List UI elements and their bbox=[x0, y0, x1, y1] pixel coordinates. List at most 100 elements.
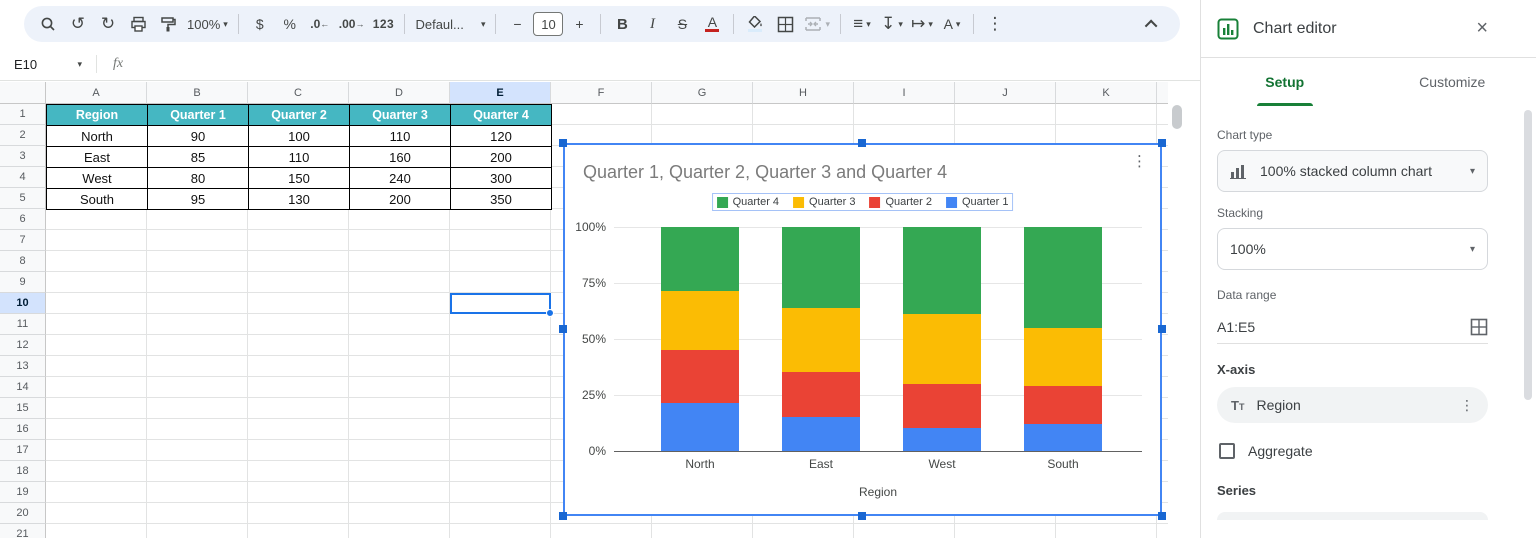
sheet-vertical-scrollbar[interactable] bbox=[1172, 105, 1182, 129]
header-cell[interactable]: Quarter 4 bbox=[451, 105, 552, 126]
column-header-F[interactable]: F bbox=[551, 82, 652, 104]
chart-handle-4[interactable] bbox=[1158, 325, 1166, 333]
segment-Quarter-1-South[interactable] bbox=[1024, 423, 1102, 451]
segment-Quarter-2-North[interactable] bbox=[661, 349, 739, 403]
decrease-decimal-button[interactable]: .0 ← bbox=[306, 10, 334, 38]
segment-Quarter-2-East[interactable] bbox=[782, 372, 860, 417]
chart-options-icon[interactable]: ⋮ bbox=[1127, 153, 1152, 171]
font-dropdown[interactable]: Defaul... ▾ bbox=[412, 10, 488, 38]
row-header-14[interactable]: 14 bbox=[0, 377, 46, 398]
table-cell[interactable]: East bbox=[47, 147, 148, 168]
stacking-select[interactable]: 100% ▾ bbox=[1217, 228, 1488, 270]
redo-icon[interactable]: ↻ bbox=[94, 10, 122, 38]
tab-customize[interactable]: Customize bbox=[1369, 58, 1536, 106]
series-item-partial[interactable] bbox=[1217, 512, 1488, 520]
data-range-field[interactable]: A1:E5 bbox=[1217, 310, 1488, 344]
row-header-16[interactable]: 16 bbox=[0, 419, 46, 440]
zoom-dropdown[interactable]: 100% ▾ bbox=[184, 10, 231, 38]
chart-handle-6[interactable] bbox=[858, 512, 866, 520]
row-header-21[interactable]: 21 bbox=[0, 524, 46, 538]
column-header-partial[interactable] bbox=[1157, 82, 1168, 104]
table-cell[interactable]: 120 bbox=[451, 126, 552, 147]
undo-icon[interactable]: ↺ bbox=[64, 10, 92, 38]
column-header-G[interactable]: G bbox=[652, 82, 753, 104]
row-header-9[interactable]: 9 bbox=[0, 272, 46, 293]
column-header-E[interactable]: E bbox=[450, 82, 551, 104]
table-cell[interactable]: 100 bbox=[249, 126, 350, 147]
italic-button[interactable]: I bbox=[638, 10, 666, 38]
header-cell[interactable]: Quarter 3 bbox=[350, 105, 451, 126]
header-cell[interactable]: Region bbox=[47, 105, 148, 126]
aggregate-checkbox[interactable] bbox=[1219, 443, 1235, 459]
increase-font-size-button[interactable]: + bbox=[565, 10, 593, 38]
row-header-10[interactable]: 10 bbox=[0, 293, 46, 314]
legend-item[interactable]: Quarter 4 bbox=[716, 196, 779, 208]
row-header-6[interactable]: 6 bbox=[0, 209, 46, 230]
segment-Quarter-3-East[interactable] bbox=[782, 307, 860, 373]
selected-cell-E10[interactable] bbox=[450, 293, 554, 317]
column-header-B[interactable]: B bbox=[147, 82, 248, 104]
column-header-K[interactable]: K bbox=[1056, 82, 1157, 104]
bold-button[interactable]: B bbox=[608, 10, 636, 38]
row-header-8[interactable]: 8 bbox=[0, 251, 46, 272]
bar-West[interactable] bbox=[903, 227, 981, 451]
segment-Quarter-3-South[interactable] bbox=[1024, 328, 1102, 386]
header-cell[interactable]: Quarter 1 bbox=[148, 105, 249, 126]
chart-handle-3[interactable] bbox=[559, 325, 567, 333]
column-header-I[interactable]: I bbox=[854, 82, 955, 104]
column-header-D[interactable]: D bbox=[349, 82, 450, 104]
column-header-C[interactable]: C bbox=[248, 82, 349, 104]
table-cell[interactable]: 300 bbox=[451, 168, 552, 189]
more-options-icon[interactable]: ⋮ bbox=[981, 10, 1009, 38]
name-box[interactable]: E10 ▾ bbox=[0, 57, 90, 72]
bar-North[interactable] bbox=[661, 227, 739, 451]
chart-legend[interactable]: Quarter 4 Quarter 3 Quarter 2 Quarter 1 bbox=[711, 193, 1014, 211]
hide-toolbar-button[interactable] bbox=[1138, 10, 1166, 38]
horizontal-align-dropdown[interactable]: ≡ ▾ bbox=[848, 10, 876, 38]
segment-Quarter-4-North[interactable] bbox=[661, 227, 739, 292]
vertical-align-dropdown[interactable]: ↧ ▾ bbox=[878, 10, 906, 38]
table-cell[interactable]: 350 bbox=[451, 189, 552, 210]
text-color-button[interactable]: A bbox=[698, 10, 726, 38]
segment-Quarter-4-East[interactable] bbox=[782, 227, 860, 308]
currency-format-button[interactable]: $ bbox=[246, 10, 274, 38]
column-header-A[interactable]: A bbox=[46, 82, 147, 104]
table-cell[interactable]: 80 bbox=[148, 168, 249, 189]
segment-Quarter-4-South[interactable] bbox=[1024, 227, 1102, 329]
legend-item[interactable]: Quarter 1 bbox=[945, 196, 1008, 208]
table-cell[interactable]: South bbox=[47, 189, 148, 210]
borders-icon[interactable] bbox=[771, 10, 799, 38]
row-header-17[interactable]: 17 bbox=[0, 440, 46, 461]
table-cell[interactable]: 110 bbox=[350, 126, 451, 147]
chart-type-select[interactable]: 100% stacked column chart ▾ bbox=[1217, 150, 1488, 192]
bar-South[interactable] bbox=[1024, 227, 1102, 451]
chart-handle-7[interactable] bbox=[1158, 512, 1166, 520]
table-cell[interactable]: 150 bbox=[249, 168, 350, 189]
table-cell[interactable]: 160 bbox=[350, 147, 451, 168]
row-header-20[interactable]: 20 bbox=[0, 503, 46, 524]
column-header-H[interactable]: H bbox=[753, 82, 854, 104]
row-header-13[interactable]: 13 bbox=[0, 356, 46, 377]
row-header-11[interactable]: 11 bbox=[0, 314, 46, 335]
table-cell[interactable]: 90 bbox=[148, 126, 249, 147]
search-icon[interactable] bbox=[34, 10, 62, 38]
percent-format-button[interactable]: % bbox=[276, 10, 304, 38]
segment-Quarter-2-West[interactable] bbox=[903, 384, 981, 428]
row-header-7[interactable]: 7 bbox=[0, 230, 46, 251]
row-header-4[interactable]: 4 bbox=[0, 167, 46, 188]
decrease-font-size-button[interactable]: − bbox=[503, 10, 531, 38]
bar-East[interactable] bbox=[782, 227, 860, 451]
table-cell[interactable]: 200 bbox=[451, 147, 552, 168]
table-cell[interactable]: 95 bbox=[148, 189, 249, 210]
select-all-corner[interactable] bbox=[0, 82, 46, 104]
text-rotation-dropdown[interactable]: A ▾ bbox=[938, 10, 966, 38]
x-axis-field[interactable]: TT Region ⋮ bbox=[1217, 387, 1488, 423]
column-header-J[interactable]: J bbox=[955, 82, 1056, 104]
table-cell[interactable]: 240 bbox=[350, 168, 451, 189]
fill-handle[interactable] bbox=[546, 309, 554, 317]
chart-handle-2[interactable] bbox=[1158, 139, 1166, 147]
row-header-19[interactable]: 19 bbox=[0, 482, 46, 503]
table-cell[interactable]: West bbox=[47, 168, 148, 189]
increase-decimal-button[interactable]: .00 → bbox=[336, 10, 368, 38]
panel-scrollbar[interactable] bbox=[1524, 110, 1532, 400]
